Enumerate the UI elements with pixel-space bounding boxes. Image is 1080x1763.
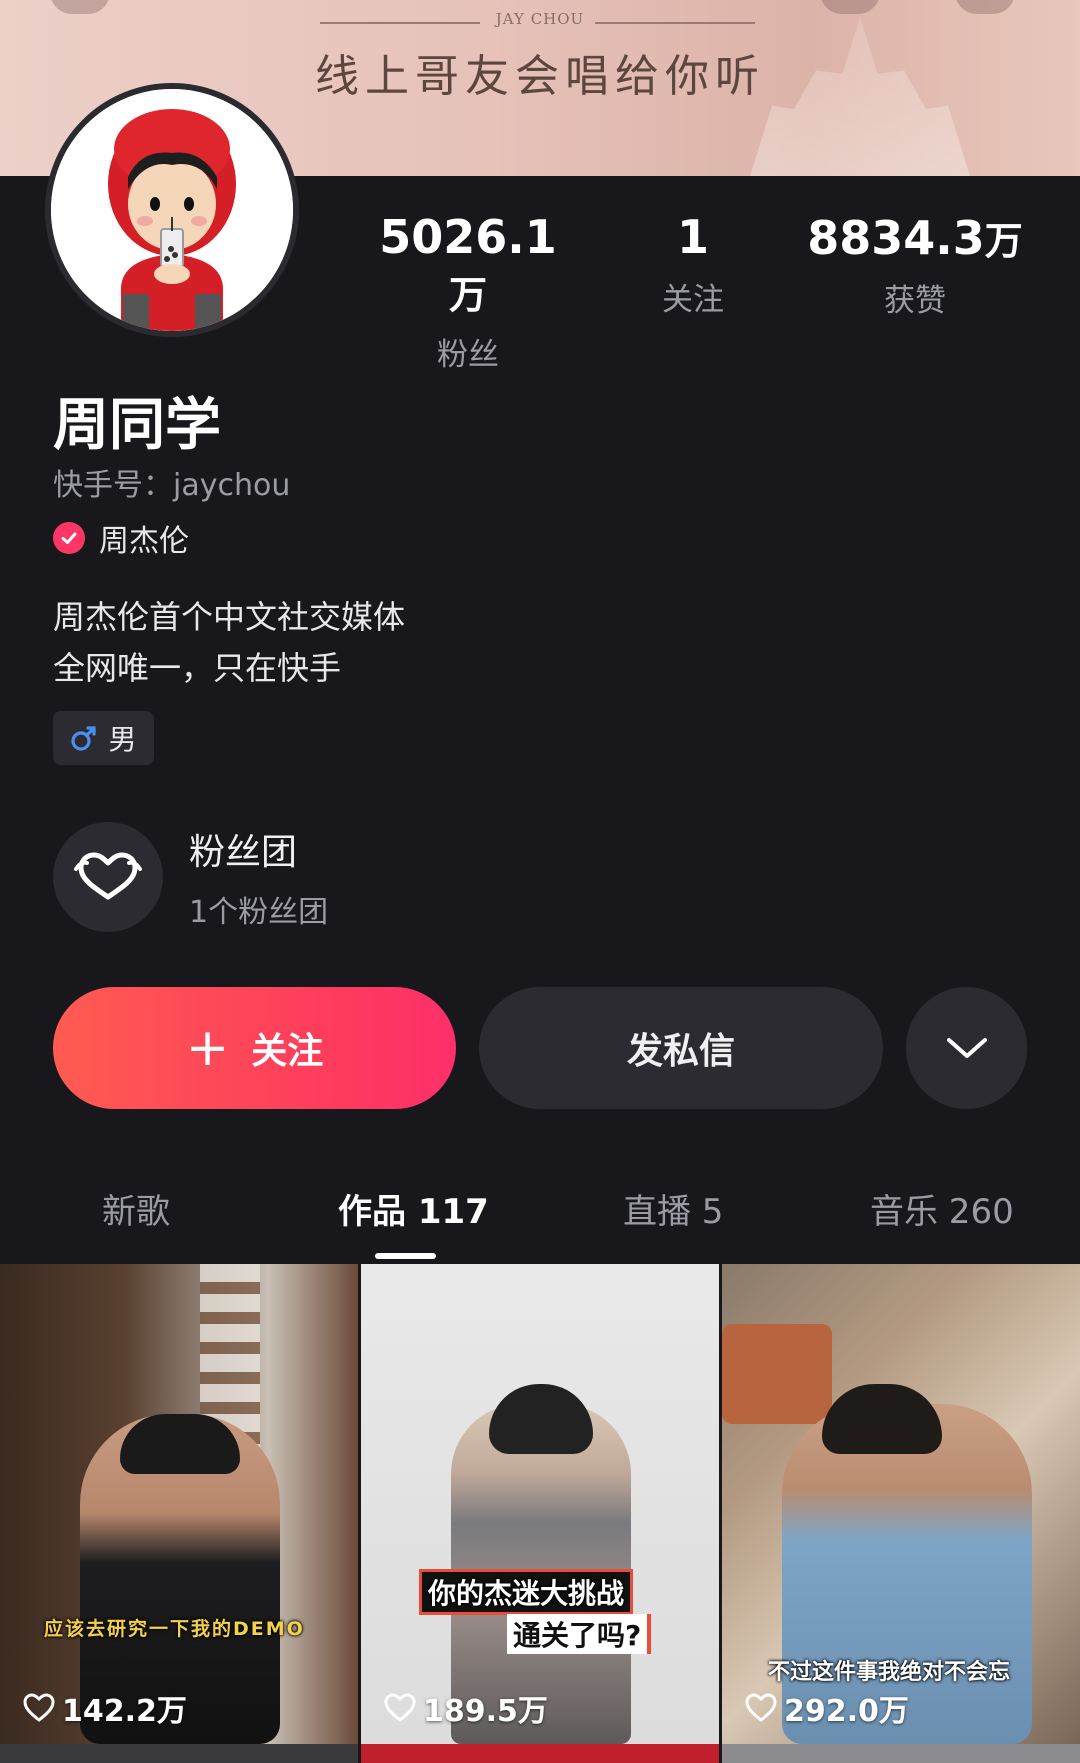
male-icon (71, 726, 97, 751)
follow-label: 关注 (251, 1031, 324, 1072)
thumbnail-hair (120, 1414, 240, 1474)
tab-new-songs[interactable]: 新歌 (102, 1184, 170, 1233)
tab-works[interactable]: 作品 117 (338, 1184, 489, 1233)
thumbnail-sofa (722, 1324, 832, 1424)
video-caption: 应该去研究一下我的DEMO (44, 1618, 305, 1640)
active-tab-indicator (375, 1253, 436, 1259)
fan-club-heart-icon (74, 852, 142, 900)
bio-line: 周杰伦首个中文社交媒体 (53, 598, 406, 636)
tab-live[interactable]: 直播 5 (623, 1184, 723, 1233)
stat-following-value: 1 (676, 210, 709, 264)
stat-likes-value: 8834.3 (807, 211, 985, 265)
fan-club-title: 粉丝团 (189, 832, 298, 873)
bio-line: 全网唯一，只在快手 (53, 649, 342, 687)
stat-followers-label: 粉丝 (437, 337, 499, 373)
heart-outline-icon (745, 1693, 777, 1722)
video-thumbnail-next-row[interactable] (722, 1744, 1080, 1763)
video-likes-count: 142.2万 (62, 1694, 187, 1729)
heart-outline-icon (23, 1693, 55, 1722)
banner-brand: JAY CHOU (495, 10, 585, 28)
profile-bio: 周杰伦首个中文社交媒体 全网唯一，只在快手 (53, 592, 405, 694)
video-caption: 通关了吗? (507, 1614, 652, 1654)
avatar-cartoon-icon (51, 89, 293, 331)
gender-tag: 男 (53, 711, 154, 765)
fan-club-subtitle: 1个粉丝团 (189, 895, 329, 930)
heart-outline-icon (384, 1693, 416, 1722)
video-likes: 189.5万 (383, 1686, 548, 1730)
message-label: 发私信 (626, 1031, 735, 1072)
stat-followers[interactable]: 5026.1 万 粉丝 (368, 210, 568, 374)
video-likes: 142.2万 (22, 1686, 187, 1730)
chevron-down-icon (946, 1038, 987, 1058)
video-caption: 不过这件事我绝对不会忘 (768, 1660, 1011, 1685)
video-thumbnail[interactable]: 你的杰迷大挑战 通关了吗? 189.5万 (361, 1264, 719, 1744)
stat-likes-unit: 万 (984, 219, 1023, 263)
stat-likes-label: 获赞 (884, 283, 946, 319)
thumbnail-hair (822, 1384, 942, 1454)
fan-club-entry[interactable]: 粉丝团 1个粉丝团 (53, 822, 328, 932)
verified-badge[interactable]: 周杰伦 (53, 518, 189, 559)
stat-followers-unit: 万 (448, 273, 487, 317)
video-likes-count: 292.0万 (784, 1694, 909, 1729)
thumbnail-hair (489, 1384, 593, 1454)
video-thumbnail-next-row[interactable] (361, 1744, 719, 1763)
video-thumbnail[interactable]: 应该去研究一下我的DEMO 142.2万 (0, 1264, 358, 1744)
fan-club-icon-wrap (53, 822, 163, 932)
verified-check-icon (53, 522, 85, 554)
profile-name: 周同学 (53, 393, 221, 458)
gender-label: 男 (108, 723, 137, 756)
verified-name: 周杰伦 (99, 524, 189, 559)
video-thumbnail-next-row[interactable] (0, 1744, 358, 1763)
kuaishou-id[interactable]: 快手号：jaychou (53, 460, 290, 504)
plus-icon: + (185, 1018, 230, 1078)
video-thumbnail[interactable]: 不过这件事我绝对不会忘 292.0万 (722, 1264, 1080, 1744)
stat-following[interactable]: 1 关注 (630, 210, 756, 319)
stat-likes[interactable]: 8834.3万 获赞 (805, 210, 1025, 320)
video-caption: 你的杰迷大挑战 (419, 1569, 634, 1615)
more-options-button[interactable] (906, 987, 1027, 1109)
video-likes: 292.0万 (744, 1686, 909, 1730)
follow-button[interactable]: + 关注 (53, 987, 456, 1109)
stat-following-label: 关注 (662, 282, 724, 318)
avatar[interactable] (45, 83, 299, 337)
video-likes-count: 189.5万 (423, 1694, 548, 1729)
stat-followers-value: 5026.1 (379, 210, 557, 264)
message-button[interactable]: 发私信 (479, 987, 883, 1109)
tab-music[interactable]: 音乐 260 (870, 1184, 1014, 1233)
